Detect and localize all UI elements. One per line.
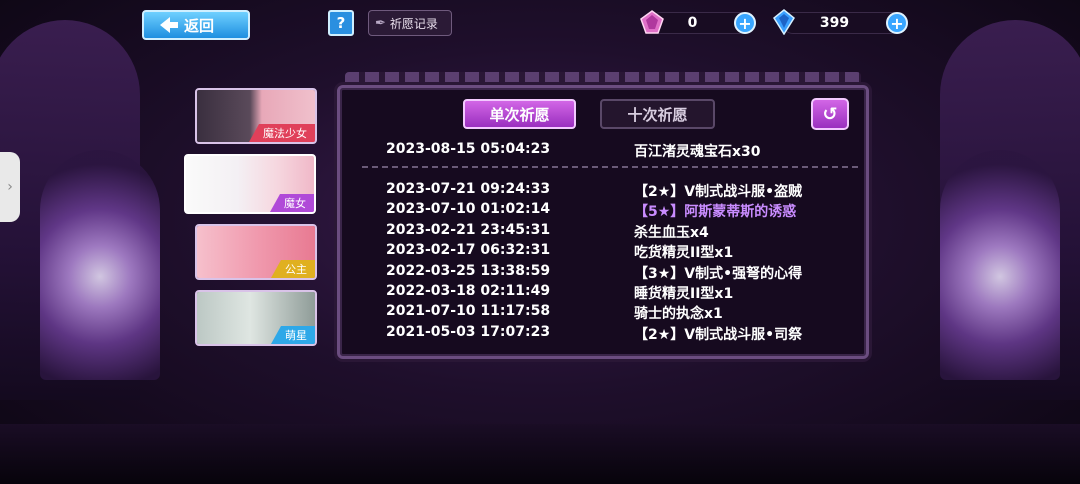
- quill-icon: ✒: [375, 15, 386, 31]
- record-row: 2023-02-17 06:32:31 吃货精灵II型x1: [386, 242, 866, 262]
- record-time: 2023-07-10 01:02:14: [386, 201, 551, 218]
- return-icon: ↺: [822, 103, 838, 125]
- help-icon: ?: [336, 14, 346, 32]
- pink-gem-icon: [640, 10, 664, 34]
- panel-crown-decoration: [345, 72, 861, 86]
- record-time: 2023-02-17 06:32:31: [386, 242, 551, 259]
- record-time: 2022-03-25 13:38:59: [386, 262, 551, 279]
- record-item: 骑士的执念x1: [634, 306, 723, 323]
- category-label: 魔法少女: [249, 124, 315, 142]
- crystal-amount: 399: [819, 15, 850, 31]
- add-crystal-button[interactable]: +: [886, 12, 908, 34]
- record-item: 睡货精灵II型x1: [634, 286, 734, 302]
- record-item: 【2★】V制式战斗服•盗贼: [634, 184, 803, 200]
- dashed-divider: [362, 166, 858, 168]
- category-card-magical-girl[interactable]: 魔法少女: [195, 88, 317, 144]
- side-drawer-handle[interactable]: ›: [0, 152, 20, 222]
- record-item: 【2★】V制式战斗服•司祭: [634, 326, 803, 343]
- record-row: 2022-03-18 02:11:49 睡货精灵II型x1: [386, 283, 866, 303]
- tab-label: 十次祈愿: [627, 105, 688, 124]
- record-time: 2023-07-21 09:24:33: [386, 181, 551, 197]
- back-button[interactable]: 返回: [142, 10, 250, 40]
- stained-glass-window-right: [940, 150, 1060, 380]
- arrow-left-icon: [160, 17, 178, 33]
- add-gem-button[interactable]: +: [734, 12, 756, 34]
- record-item: 百江渚灵魂宝石x30: [634, 144, 761, 160]
- wish-record-button[interactable]: ✒ 祈愿记录: [368, 10, 452, 36]
- record-item: 【3★】V制式•强弩的心得: [634, 265, 803, 282]
- category-card-princess[interactable]: 公主: [195, 224, 317, 280]
- back-button-label: 返回: [184, 16, 215, 35]
- record-row: 2023-07-21 09:24:33 【2★】V制式战斗服•盗贼: [386, 181, 866, 201]
- wish-record-label: 祈愿记录: [389, 16, 438, 31]
- tab-single-wish[interactable]: 单次祈愿: [463, 99, 576, 129]
- record-time: 2021-05-03 17:07:23: [386, 323, 551, 340]
- record-time: 2022-03-18 02:11:49: [386, 283, 551, 299]
- record-row: 2023-07-10 01:02:14 【5★】阿斯蒙蒂斯的诱惑: [386, 201, 866, 221]
- record-item: 【5★】阿斯蒙蒂斯的诱惑: [634, 204, 797, 221]
- record-row: 2021-05-03 17:07:23 【2★】V制式战斗服•司祭: [386, 324, 866, 344]
- record-row: 2021-07-10 11:17:58 骑士的执念x1: [386, 303, 866, 323]
- category-card-witch[interactable]: 魔女: [184, 154, 316, 214]
- record-row: 2022-03-25 13:38:59 【3★】V制式•强弩的心得: [386, 263, 866, 283]
- record-time: 2021-07-10 11:17:58: [386, 303, 551, 320]
- blue-crystal-icon: [773, 9, 795, 35]
- floor: [0, 424, 1080, 484]
- crystal-currency: 399 +: [773, 9, 908, 35]
- help-button[interactable]: ?: [328, 10, 354, 36]
- record-item: 杀生血玉x4: [634, 224, 709, 241]
- tab-label: 单次祈愿: [489, 105, 550, 124]
- record-time: 2023-08-15 05:04:23: [386, 141, 551, 157]
- category-card-cute-star[interactable]: 萌星: [195, 290, 317, 346]
- record-item: 吃货精灵II型x1: [634, 245, 734, 262]
- record-time: 2023-02-21 23:45:31: [386, 221, 551, 238]
- gem-currency: 0 +: [640, 10, 756, 34]
- stained-glass-window-left: [40, 150, 160, 380]
- tab-ten-wish[interactable]: 十次祈愿: [600, 99, 715, 129]
- chevron-right-icon: ›: [7, 179, 13, 195]
- record-row: 2023-02-21 23:45:31 杀生血玉x4: [386, 222, 866, 242]
- top-record-row: 2023-08-15 05:04:23 百江渚灵魂宝石x30: [386, 141, 866, 161]
- return-button[interactable]: ↺: [811, 98, 849, 130]
